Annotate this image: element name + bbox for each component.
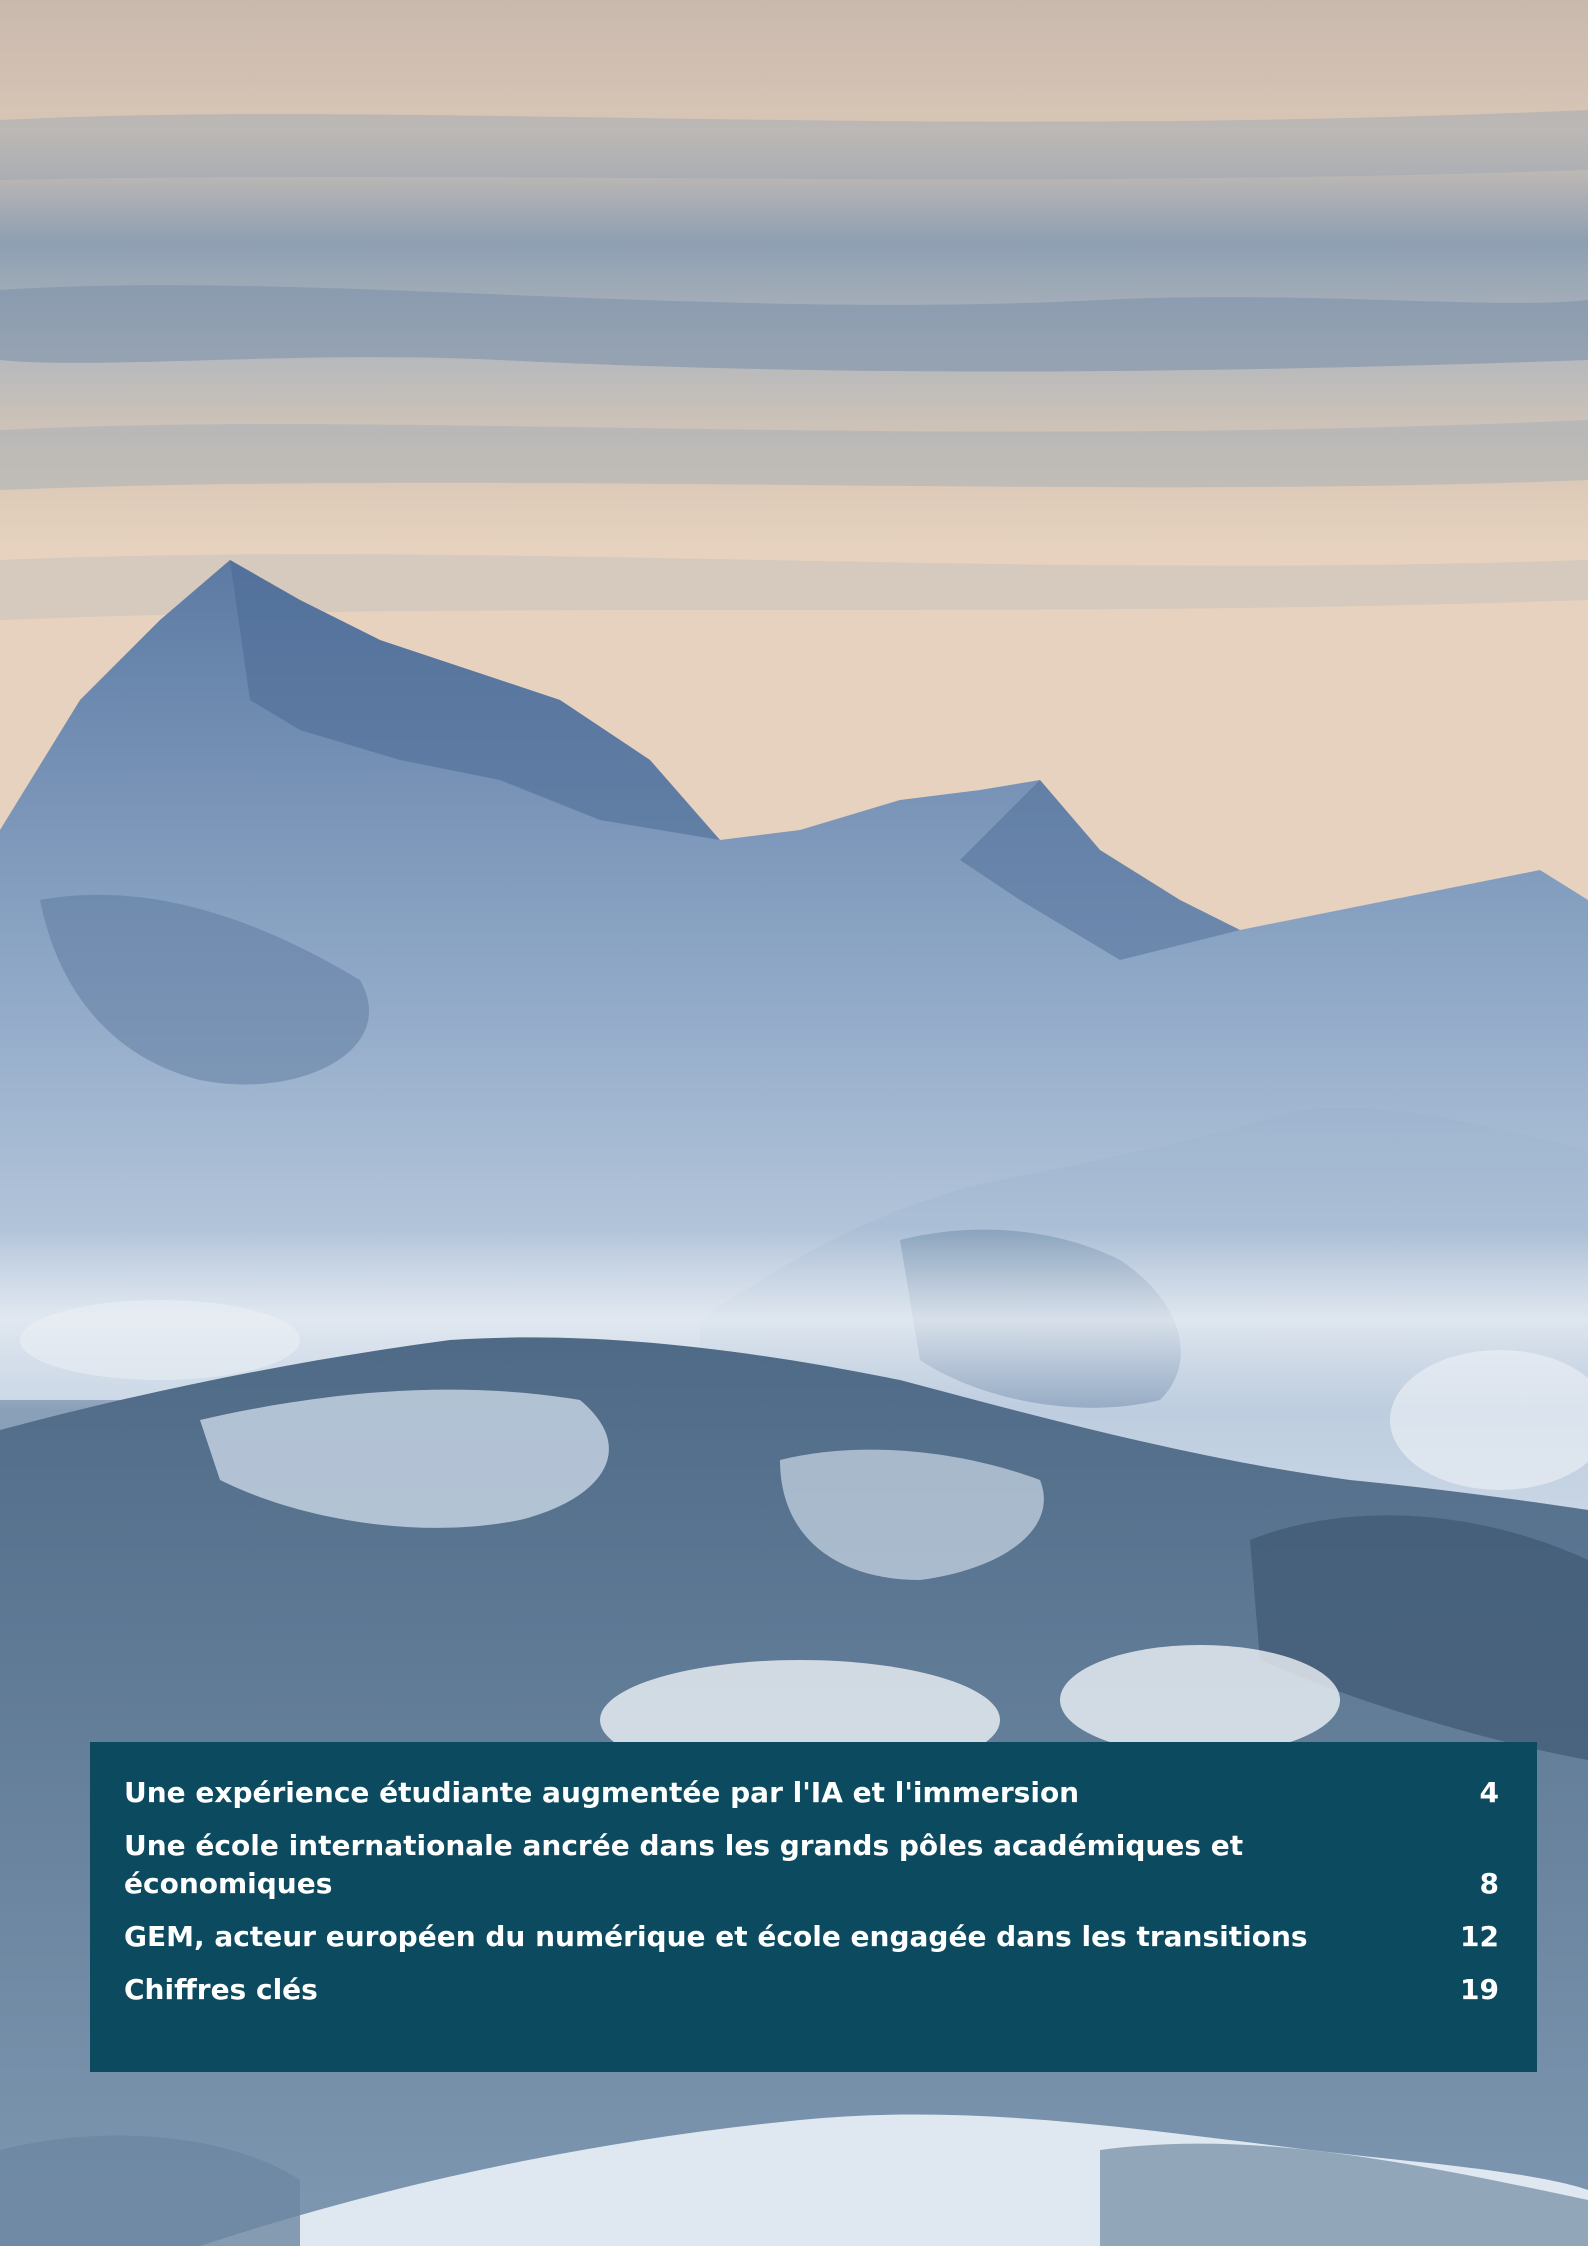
- toc-entry[interactable]: GEM, acteur européen du numérique et éco…: [124, 1918, 1499, 1956]
- toc-entry-page: 4: [1479, 1776, 1499, 1809]
- toc-entry-title: GEM, acteur européen du numérique et éco…: [124, 1920, 1308, 1953]
- toc-entry-page: 8: [1479, 1867, 1499, 1900]
- toc-entry-page: 19: [1460, 1973, 1499, 2006]
- toc-entry-title: Une école internationale ancrée dans les…: [124, 1829, 1244, 1900]
- toc-entry[interactable]: Une expérience étudiante augmentée par l…: [124, 1774, 1499, 1812]
- toc-entry[interactable]: Une école internationale ancrée dans les…: [124, 1827, 1499, 1903]
- document-page: Une expérience étudiante augmentée par l…: [0, 0, 1588, 2246]
- table-of-contents: Une expérience étudiante augmentée par l…: [90, 1742, 1537, 2072]
- toc-entry-title: Une expérience étudiante augmentée par l…: [124, 1776, 1080, 1809]
- toc-entry-title: Chiffres clés: [124, 1973, 318, 2006]
- toc-entry-page: 12: [1460, 1920, 1499, 1953]
- toc-entry[interactable]: Chiffres clés 19: [124, 1971, 1499, 2009]
